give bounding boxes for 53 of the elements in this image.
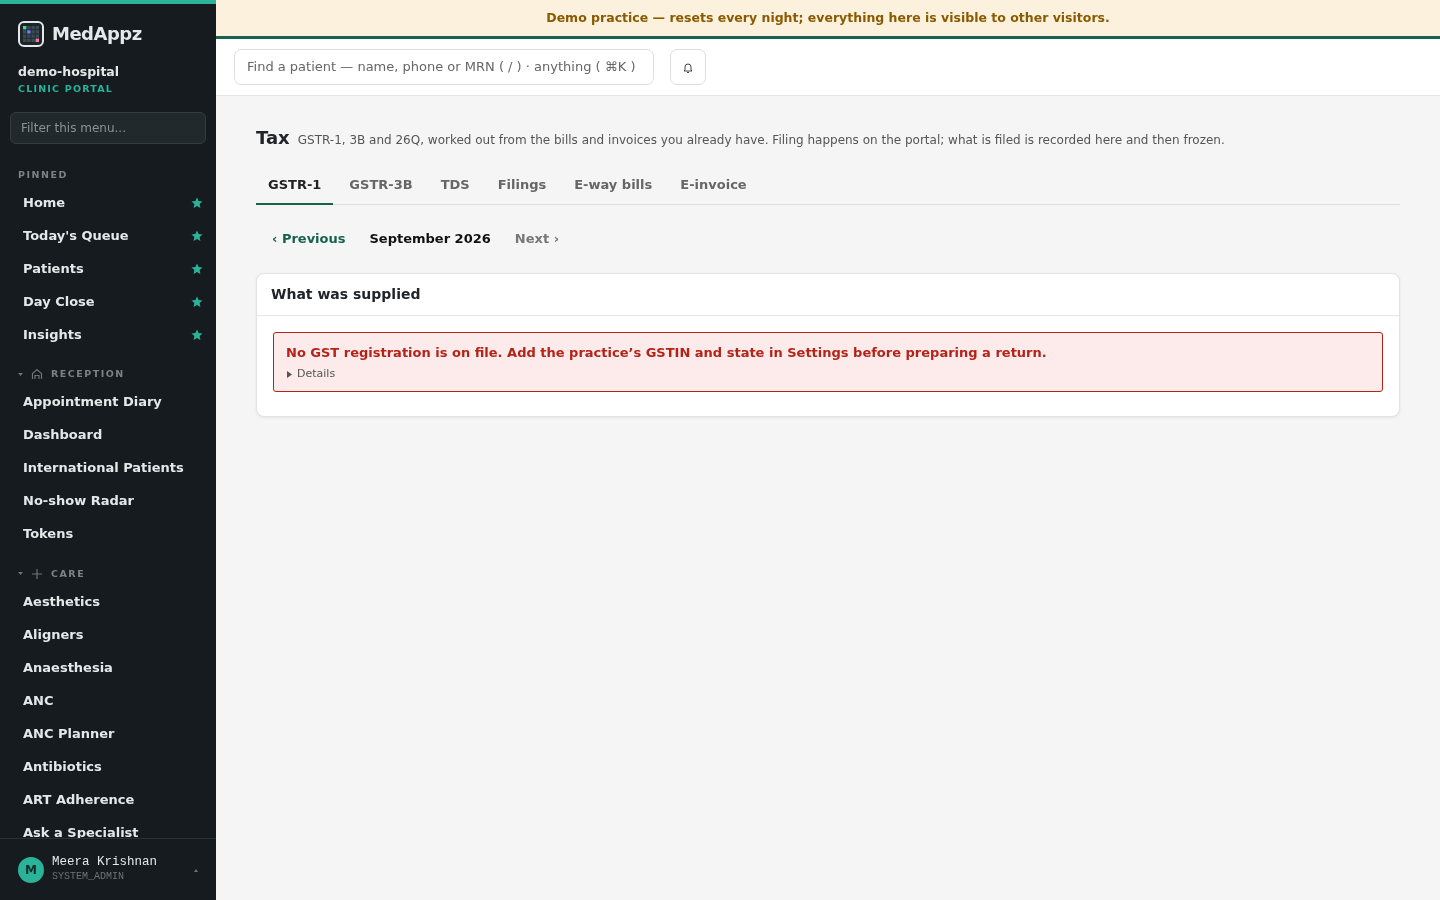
page-title: Tax: [256, 125, 290, 150]
star-icon: [191, 229, 203, 242]
page-subtitle: GSTR-1, 3B and 26Q, worked out from the bills and invoices you already have. Filing happens on the portal; what is filed is recorded here and then frozen.: [297, 131, 1225, 149]
nav-item[interactable]: Tokens: [10, 517, 206, 551]
star-icon: [191, 196, 203, 209]
nav-item[interactable]: Anaesthesia: [10, 650, 206, 684]
star-icon: [191, 295, 203, 308]
nav-item[interactable]: Home: [10, 186, 206, 220]
card-title: What was supplied: [257, 273, 1399, 316]
nav-item[interactable]: Appointment Diary: [10, 385, 206, 419]
nav-item[interactable]: ANC Planner: [10, 716, 206, 750]
app-logo-icon: [18, 20, 44, 47]
section-heading: PINNED: [17, 168, 69, 182]
tab[interactable]: TDS: [428, 166, 482, 206]
error-message: No GST registration is on file. Add the practice’s GSTIN and state in Settings before preparing a return.: [286, 343, 1048, 362]
nav-item[interactable]: Patients: [10, 252, 206, 286]
previous-link[interactable]: ‹ Previous: [272, 229, 346, 249]
portal-label: CLINIC PORTAL: [18, 81, 114, 96]
plus-icon: [31, 567, 43, 580]
star-icon: [191, 262, 203, 275]
nav-item[interactable]: International Patients: [10, 451, 206, 485]
details-toggle[interactable]: Details: [297, 366, 336, 383]
nav-item[interactable]: Aesthetics: [10, 584, 206, 618]
nav-item[interactable]: ART Adherence: [10, 782, 206, 816]
nav-item[interactable]: Day Close: [10, 285, 206, 319]
user-name: Meera Krishnan: [52, 855, 159, 872]
demo-banner: Demo practice — resets every night; everything here is visible to other visitors.: [216, 0, 1440, 39]
nav-item[interactable]: ANC: [10, 683, 206, 717]
section-heading: RECEPTION: [51, 367, 125, 382]
search-field[interactable]: Find a patient — name, phone or MRN ( / ) · anything ( ⌘K ): [234, 49, 654, 85]
nav-item[interactable]: No-show Radar: [10, 484, 206, 518]
tab[interactable]: Filings: [485, 166, 559, 206]
tab[interactable]: GSTR-3B: [337, 166, 425, 206]
tab[interactable]: E-invoice: [668, 166, 759, 206]
notifications-button[interactable]: [670, 48, 706, 85]
nav-item[interactable]: Today's Queue: [10, 219, 206, 253]
filter-field[interactable]: Filter this menu...: [10, 112, 206, 144]
period-label: September 2026: [369, 230, 491, 249]
nav-item[interactable]: Antibiotics: [10, 749, 206, 783]
nav-item[interactable]: Dashboard: [10, 418, 206, 452]
nav-item[interactable]: Aligners: [10, 617, 206, 651]
app-name: MedAppz: [52, 22, 142, 46]
tab[interactable]: E-way bills: [562, 166, 665, 206]
next-link[interactable]: Next ›: [514, 229, 559, 249]
organization-name: demo-hospital: [18, 63, 121, 81]
bell-icon: [682, 60, 694, 73]
section-heading: CARE: [51, 566, 86, 581]
user-avatar: M: [18, 856, 44, 883]
star-icon: [191, 328, 203, 341]
user-role: SYSTEM_ADMIN: [52, 871, 125, 884]
house-icon: [31, 368, 43, 381]
tab[interactable]: GSTR-1: [256, 166, 334, 206]
nav-item[interactable]: Insights: [10, 318, 206, 352]
